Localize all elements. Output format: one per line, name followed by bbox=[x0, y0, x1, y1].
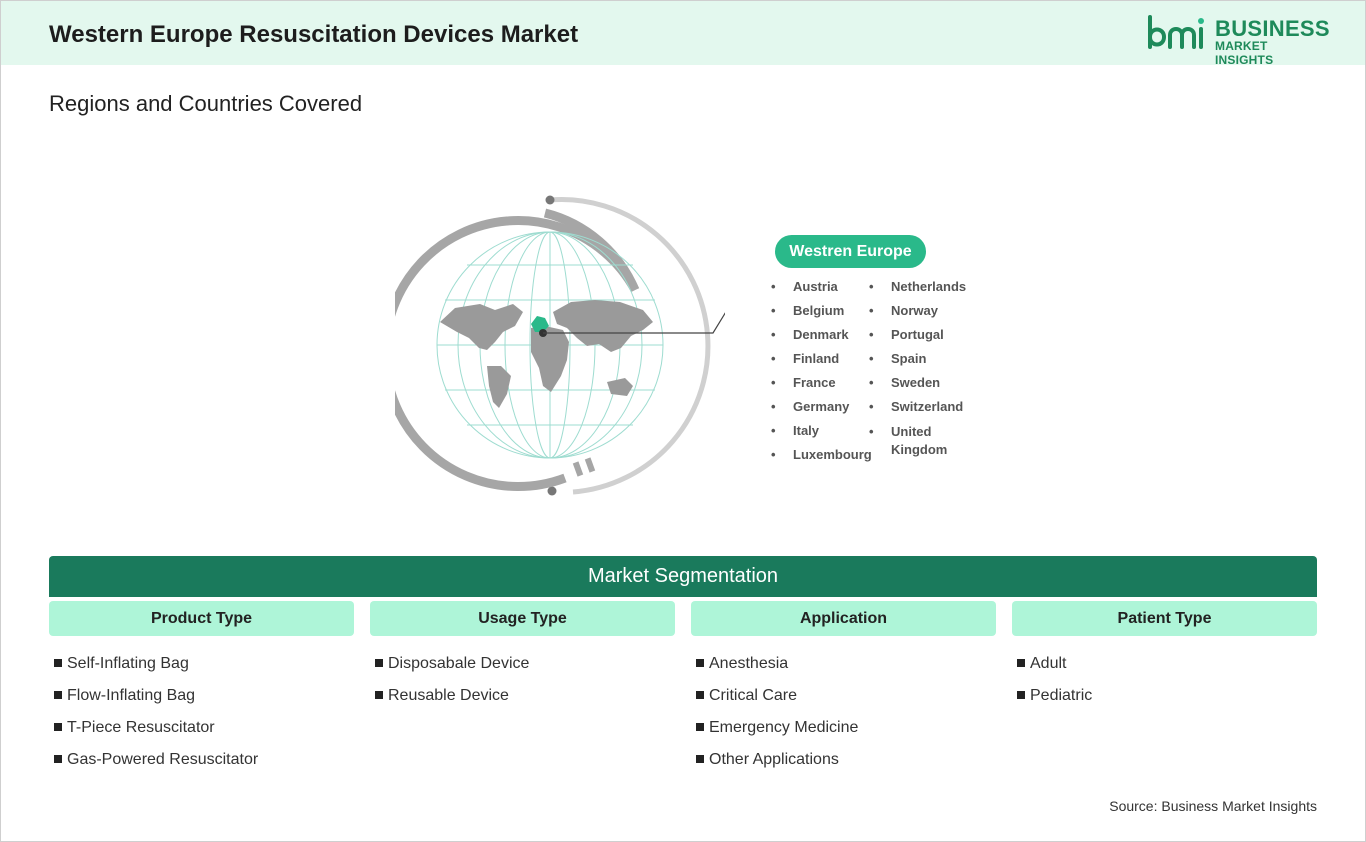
segment-item: T-Piece Resuscitator bbox=[54, 716, 258, 748]
segment-item: Disposabale Device bbox=[375, 652, 529, 684]
square-bullet-icon bbox=[54, 754, 62, 763]
segment-header-usage-type: Usage Type bbox=[370, 601, 675, 636]
segment-item: Gas-Powered Resuscitator bbox=[54, 748, 258, 780]
segment-item: Other Applications bbox=[696, 748, 858, 780]
segment-list-usage-type: Disposabale Device Reusable Device bbox=[375, 652, 529, 716]
segment-item: Pediatric bbox=[1017, 684, 1092, 716]
country-item: Belgium bbox=[771, 303, 872, 327]
globe-icon bbox=[380, 195, 767, 496]
country-item: Sweden bbox=[869, 375, 966, 399]
logo-text-market-insights: MARKET INSIGHTS bbox=[1215, 39, 1274, 67]
square-bullet-icon bbox=[1017, 690, 1025, 699]
segment-item: Reusable Device bbox=[375, 684, 529, 716]
segment-item: Emergency Medicine bbox=[696, 716, 858, 748]
square-bullet-icon bbox=[696, 690, 704, 699]
square-bullet-icon bbox=[54, 658, 62, 667]
section-title: Regions and Countries Covered bbox=[49, 91, 363, 116]
country-item: Spain bbox=[869, 351, 966, 375]
square-bullet-icon bbox=[696, 754, 704, 763]
country-item: Italy bbox=[771, 423, 872, 447]
segment-header-patient-type: Patient Type bbox=[1012, 601, 1317, 636]
bmi-logo-mark-icon bbox=[1148, 15, 1204, 49]
square-bullet-icon bbox=[375, 690, 383, 699]
segment-item: Critical Care bbox=[696, 684, 858, 716]
segment-item: Flow-Inflating Bag bbox=[54, 684, 258, 716]
segment-list-product-type: Self-Inflating Bag Flow-Inflating Bag T-… bbox=[54, 652, 258, 780]
segment-header-product-type: Product Type bbox=[49, 601, 354, 636]
segment-item: Adult bbox=[1017, 652, 1092, 684]
market-segmentation-banner: Market Segmentation bbox=[49, 556, 1317, 597]
region-label-badge: Westren Europe bbox=[775, 235, 926, 268]
country-item: Netherlands bbox=[869, 279, 966, 303]
header-bar: Western Europe Resuscitation Devices Mar… bbox=[1, 1, 1365, 67]
square-bullet-icon bbox=[1017, 658, 1025, 667]
segment-item: Self-Inflating Bag bbox=[54, 652, 258, 684]
country-item: Austria bbox=[771, 279, 872, 303]
country-item: Norway bbox=[869, 303, 966, 327]
square-bullet-icon bbox=[696, 658, 704, 667]
segment-item: Anesthesia bbox=[696, 652, 858, 684]
country-item: Finland bbox=[771, 351, 872, 375]
square-bullet-icon bbox=[54, 722, 62, 731]
country-item: Switzerland bbox=[869, 399, 966, 423]
country-item: France bbox=[771, 375, 872, 399]
world-globe-graphic bbox=[380, 180, 767, 510]
country-list-right: Netherlands Norway Portugal Spain Sweden… bbox=[869, 279, 966, 457]
page-title: Western Europe Resuscitation Devices Mar… bbox=[49, 21, 579, 48]
segment-list-patient-type: Adult Pediatric bbox=[1017, 652, 1092, 716]
country-item: Germany bbox=[771, 399, 872, 423]
country-item: Portugal bbox=[869, 327, 966, 351]
square-bullet-icon bbox=[375, 658, 383, 667]
bmi-logo: BUSINESS MARKET INSIGHTS bbox=[1146, 15, 1330, 67]
segment-header-application: Application bbox=[691, 601, 996, 636]
segment-list-application: Anesthesia Critical Care Emergency Medic… bbox=[696, 652, 858, 780]
square-bullet-icon bbox=[54, 690, 62, 699]
source-note: Source: Business Market Insights bbox=[1109, 798, 1317, 814]
square-bullet-icon bbox=[696, 722, 704, 731]
country-item: Luxembourg bbox=[771, 447, 872, 471]
country-list-left: Austria Belgium Denmark Finland France G… bbox=[771, 279, 872, 471]
country-item: Denmark bbox=[771, 327, 872, 351]
country-item: United Kingdom bbox=[869, 423, 959, 457]
